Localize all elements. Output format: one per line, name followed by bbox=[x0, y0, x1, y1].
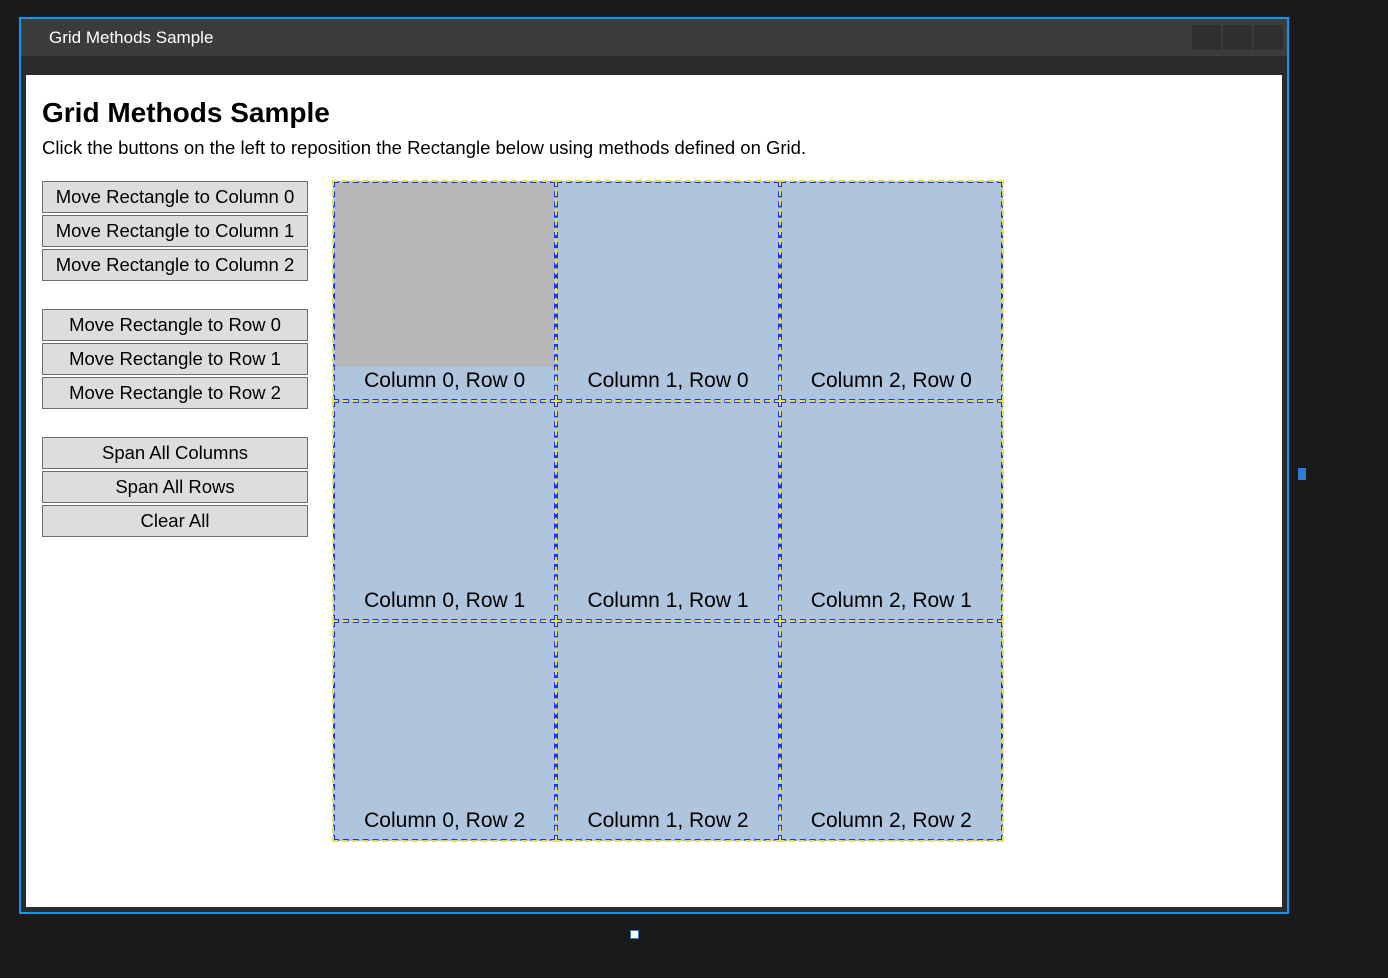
window-title: Grid Methods Sample bbox=[49, 28, 213, 48]
page-instructions: Click the buttons on the left to reposit… bbox=[42, 137, 1266, 159]
column-buttons-group: Move Rectangle to Column 0 Move Rectangl… bbox=[42, 181, 308, 281]
span-all-columns-button[interactable]: Span All Columns bbox=[42, 437, 308, 469]
grid-cell-c1-r1: Column 1, Row 1 bbox=[556, 401, 779, 621]
grid-cell-label: Column 2, Row 2 bbox=[811, 809, 972, 833]
grid-cell-label: Column 1, Row 0 bbox=[587, 369, 748, 393]
span-all-rows-button[interactable]: Span All Rows bbox=[42, 471, 308, 503]
grid-cell-label: Column 1, Row 2 bbox=[587, 809, 748, 833]
window-control-buttons bbox=[1192, 25, 1283, 50]
app-body: Grid Methods Sample Click the buttons on… bbox=[26, 75, 1282, 907]
span-buttons-group: Span All Columns Span All Rows Clear All bbox=[42, 437, 308, 537]
grid-cell-c1-r0: Column 1, Row 0 bbox=[556, 181, 779, 401]
grid-cell-c0-r1: Column 0, Row 1 bbox=[333, 401, 556, 621]
grid-cell-c2-r0: Column 2, Row 0 bbox=[780, 181, 1003, 401]
designer-resize-handle-bottom[interactable] bbox=[630, 930, 639, 939]
move-column-2-button[interactable]: Move Rectangle to Column 2 bbox=[42, 249, 308, 281]
grid-cell-label: Column 0, Row 2 bbox=[364, 809, 525, 833]
grid-cell-c0-r0: Column 0, Row 0 bbox=[333, 181, 556, 401]
main-area: Move Rectangle to Column 0 Move Rectangl… bbox=[42, 181, 1266, 841]
title-bar: Grid Methods Sample bbox=[21, 19, 1287, 56]
page-heading: Grid Methods Sample bbox=[42, 97, 1266, 129]
move-row-0-button[interactable]: Move Rectangle to Row 0 bbox=[42, 309, 308, 341]
move-row-1-button[interactable]: Move Rectangle to Row 1 bbox=[42, 343, 308, 375]
grid-cell-label: Column 0, Row 1 bbox=[364, 589, 525, 613]
designer-resize-handle-right[interactable] bbox=[1298, 468, 1306, 480]
close-button[interactable] bbox=[1254, 25, 1283, 50]
maximize-button[interactable] bbox=[1223, 25, 1252, 50]
minimize-button[interactable] bbox=[1192, 25, 1221, 50]
grid-cell-c0-r2: Column 0, Row 2 bbox=[333, 621, 556, 841]
clear-all-button[interactable]: Clear All bbox=[42, 505, 308, 537]
grid-cell-label: Column 0, Row 0 bbox=[364, 369, 525, 393]
move-column-1-button[interactable]: Move Rectangle to Column 1 bbox=[42, 215, 308, 247]
grid-cell-label: Column 1, Row 1 bbox=[587, 589, 748, 613]
button-panel: Move Rectangle to Column 0 Move Rectangl… bbox=[42, 181, 308, 537]
grid-cell-label: Column 2, Row 0 bbox=[811, 369, 972, 393]
row-buttons-group: Move Rectangle to Row 0 Move Rectangle t… bbox=[42, 309, 308, 409]
move-column-0-button[interactable]: Move Rectangle to Column 0 bbox=[42, 181, 308, 213]
grid-cell-c2-r2: Column 2, Row 2 bbox=[780, 621, 1003, 841]
grid-cell-c1-r2: Column 1, Row 2 bbox=[556, 621, 779, 841]
demo-grid: Column 0, Row 0 Column 1, Row 0 Column 2, … bbox=[333, 181, 1003, 841]
move-row-2-button[interactable]: Move Rectangle to Row 2 bbox=[42, 377, 308, 409]
grid-cell-c2-r1: Column 2, Row 1 bbox=[780, 401, 1003, 621]
grid-cell-label: Column 2, Row 1 bbox=[811, 589, 972, 613]
designer-window-frame: Grid Methods Sample Grid Methods Sample … bbox=[19, 17, 1289, 914]
